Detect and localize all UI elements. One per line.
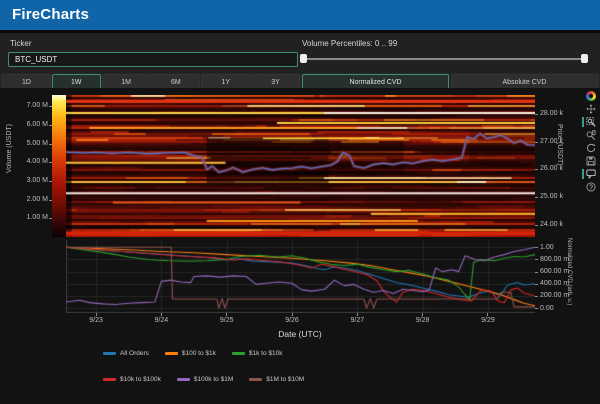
cvd-tick-mark [535,247,538,248]
app-title: FireCharts [12,6,89,23]
volume-tick-label: 1.00 M [14,214,48,221]
cvd-tick-label: 1.00 [540,244,554,251]
percentile-slider-track[interactable] [302,58,588,60]
legend-label: All Orders [120,350,149,357]
wheel-zoom-tool-icon[interactable] [585,129,597,141]
volume-tick-mark [49,144,52,145]
firecharts-app: FireCharts Ticker Volume Percentiles: 0 … [0,0,600,404]
legend-row-1: All Orders $100 to $1k $1k to $10k [103,350,283,357]
price-tick-label: 27.00 k [540,138,563,145]
cvd-tick-mark [535,296,538,297]
ticker-label: Ticker [10,39,31,48]
percentile-slider-handle-min[interactable] [300,54,307,63]
price-tick-mark [535,114,538,115]
legend-swatch [103,378,116,381]
legend-item[interactable]: $100 to $1k [165,350,216,357]
bokeh-logo-icon [586,91,596,101]
price-tick-mark [535,197,538,198]
date-tick-mark [487,313,488,316]
legend-item[interactable]: $1M to $10M [249,376,304,383]
date-tick-label: 9/26 [285,317,299,324]
help-tool-icon[interactable] [585,181,597,193]
volume-percentiles-label: Volume Percentiles: 0 .. 99 [302,39,397,48]
volume-tick-label: 6.00 M [14,121,48,128]
plot-toolbar [583,90,598,194]
controls-panel: Ticker Volume Percentiles: 0 .. 99 1D1W1… [0,30,600,88]
volume-tick-label: 7.00 M [14,102,48,109]
percentile-slider-handle-max[interactable] [581,54,588,63]
legend-label: $100k to $1M [194,376,233,383]
date-tick-mark [357,313,358,316]
legend-item[interactable]: $100k to $1M [177,376,233,383]
volume-tick-mark [49,181,52,182]
volume-tick-mark [49,218,52,219]
cvd-tick-mark [535,308,538,309]
price-tick-label: 28.00 k [540,110,563,117]
legend-label: $100 to $1k [182,350,216,357]
cvd-tick-label: 0.00 [540,305,554,312]
volume-tick-label: 2.00 M [14,196,48,203]
reset-tool-icon[interactable] [585,142,597,154]
legend-item[interactable]: All Orders [103,350,149,357]
box-zoom-tool-icon[interactable] [585,116,597,128]
date-tick-label: 9/27 [351,317,365,324]
cvd-tick-mark [535,259,538,260]
cvd-tick-label: 400.00 m [540,280,569,287]
price-tick-mark [535,169,538,170]
legend-item[interactable]: $1k to $10k [232,350,283,357]
volume-heatmap-price-plot[interactable] [66,95,535,237]
save-tool-icon[interactable] [585,155,597,167]
legend-label: $1k to $10k [249,350,283,357]
date-tick-label: 9/29 [481,317,495,324]
cvd-tick-mark [535,284,538,285]
legend-label: $10k to $100k [120,376,161,383]
date-tick-mark [422,313,423,316]
date-tick-mark [161,313,162,316]
legend-item[interactable]: $10k to $100k [103,376,161,383]
pan-tool-icon[interactable] [585,103,597,115]
volume-tick-mark [49,106,52,107]
app-header: FireCharts [0,0,600,30]
legend-swatch [177,378,190,381]
date-tick-label: 9/24 [155,317,169,324]
cvd-tick-label: 600.00 m [540,268,569,275]
date-axis-title: Date (UTC) [0,329,600,339]
chart-area[interactable]: Volume (USDT) Price (USDT) Normalized CV… [0,88,600,404]
price-tick-mark [535,225,538,226]
volume-tick-label: 4.00 M [14,158,48,165]
volume-axis-title: Volume (USDT) [6,124,13,173]
legend-swatch [232,352,245,355]
price-tick-label: 26.00 k [540,165,563,172]
ticker-input[interactable] [8,52,298,67]
date-tick-mark [292,313,293,316]
bokeh-logo-icon[interactable] [585,90,597,102]
hover-tool-icon[interactable] [585,168,597,180]
volume-tick-mark [49,200,52,201]
volume-tick-mark [49,125,52,126]
legend-swatch [249,378,262,381]
price-tick-label: 24.00 k [540,221,563,228]
price-tick-label: 25.00 k [540,193,563,200]
legend-swatch [165,352,178,355]
date-tick-mark [226,313,227,316]
cvd-tick-label: 800.00 m [540,256,569,263]
date-tick-label: 9/23 [89,317,103,324]
volume-tick-mark [49,162,52,163]
cvd-tick-mark [535,272,538,273]
date-tick-label: 9/28 [416,317,430,324]
legend-label: $1M to $10M [266,376,304,383]
legend-row-2: $10k to $100k $100k to $1M $1M to $10M [103,376,304,383]
volume-tick-label: 5.00 M [14,140,48,147]
price-tick-mark [535,142,538,143]
legend-swatch [103,352,116,355]
cvd-tick-label: 200.00 m [540,292,569,299]
volume-tick-label: 3.00 M [14,177,48,184]
normalized-cvd-plot[interactable] [66,240,535,313]
date-tick-label: 9/25 [220,317,234,324]
date-tick-mark [96,313,97,316]
